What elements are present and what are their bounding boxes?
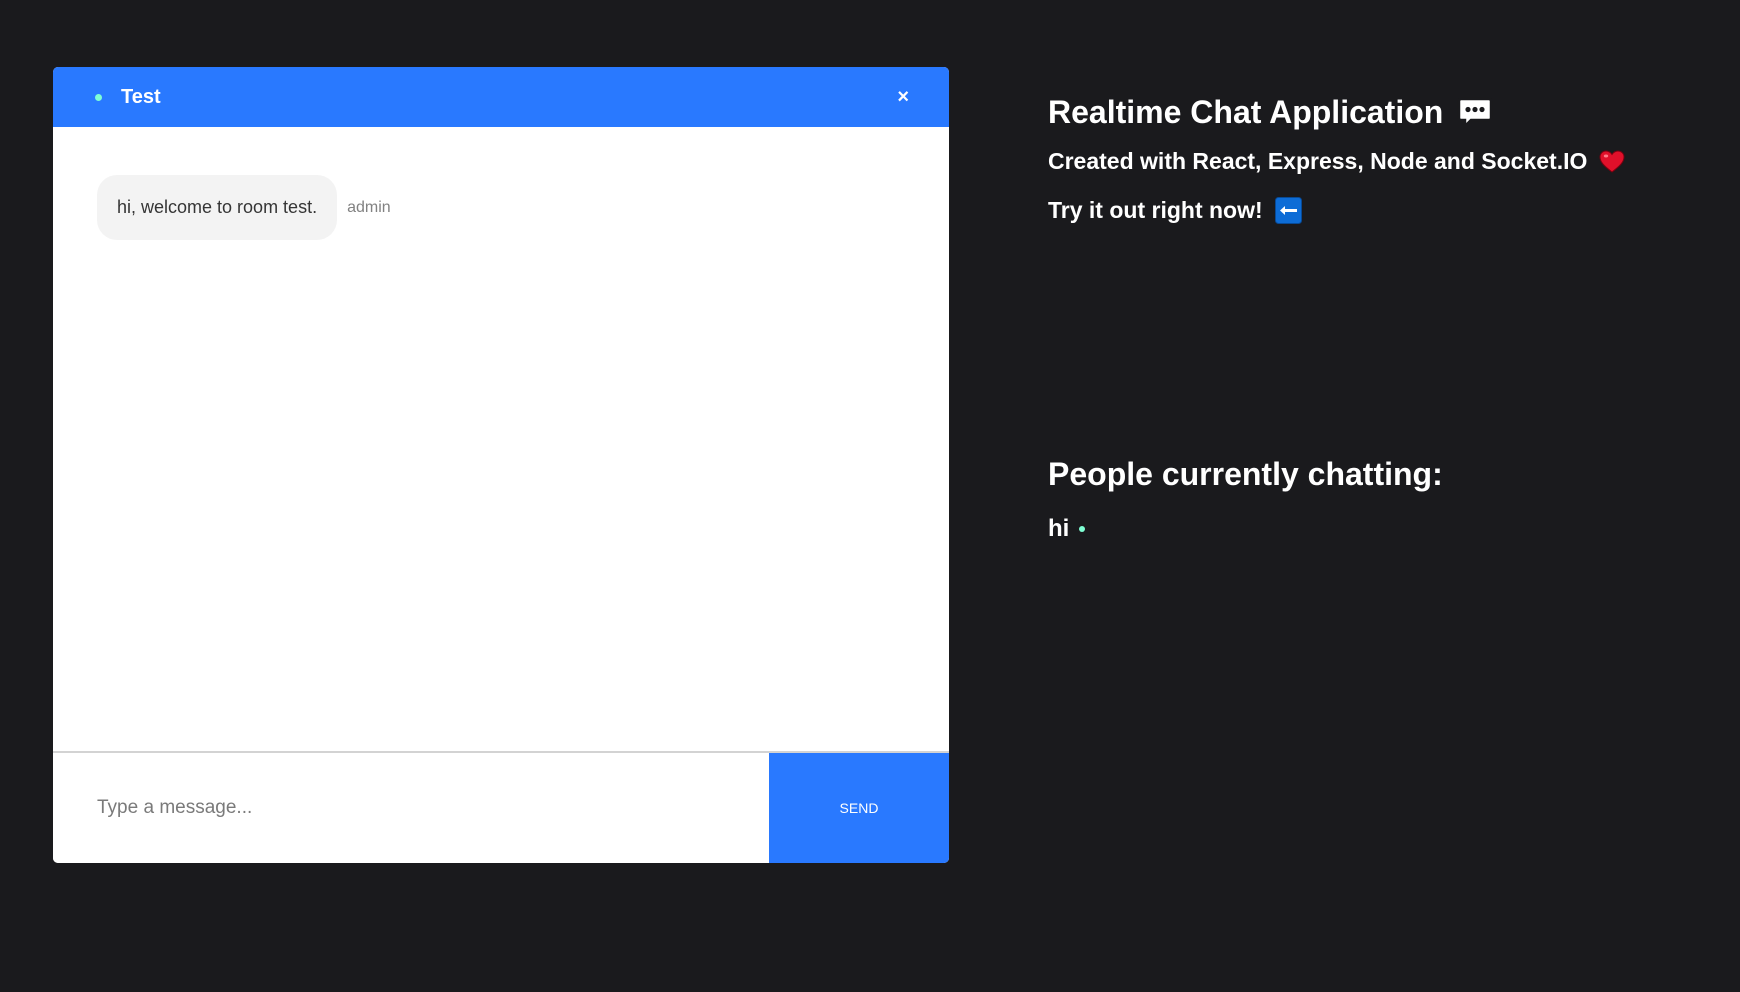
- info-title-text: Realtime Chat Application: [1048, 93, 1444, 130]
- left-arrow-icon: [1274, 197, 1302, 224]
- people-title: People currently chatting:: [1048, 456, 1443, 492]
- send-button[interactable]: SEND: [769, 753, 949, 863]
- chat-header: Test ×: [53, 67, 949, 127]
- message-sender: admin: [347, 198, 391, 216]
- speech-bubble-icon: [1457, 97, 1493, 129]
- info-cta-text: Try it out right now!: [1048, 197, 1263, 223]
- message-bubble: hi, welcome to room test.: [97, 175, 338, 240]
- message-input[interactable]: [53, 753, 769, 863]
- info-panel: Realtime Chat Application Created with R…: [1048, 92, 1625, 224]
- info-cta-line: Try it out right now!: [1048, 197, 1625, 224]
- chat-window: Test × hi, welcome to room test. admin S…: [53, 67, 949, 863]
- page: Test × hi, welcome to room test. admin S…: [0, 0, 1740, 992]
- people-panel: People currently chatting: hi: [1048, 456, 1443, 543]
- person-name: hi: [1048, 515, 1070, 542]
- heart-icon: [1599, 149, 1625, 174]
- people-list: hi: [1048, 515, 1443, 543]
- info-title: Realtime Chat Application: [1048, 92, 1625, 132]
- person-item: hi: [1048, 515, 1443, 543]
- info-tech-line: Created with React, Express, Node and So…: [1048, 148, 1625, 175]
- info-tech-text: Created with React, Express, Node and So…: [1048, 148, 1588, 174]
- online-status-icon: [95, 93, 102, 101]
- message-list[interactable]: hi, welcome to room test. admin: [53, 127, 949, 751]
- close-button[interactable]: ×: [897, 87, 909, 107]
- message-row: hi, welcome to room test. admin: [97, 175, 905, 240]
- message-input-bar: SEND: [53, 751, 949, 863]
- room-name: Test: [121, 85, 161, 108]
- online-status-icon: [1079, 526, 1086, 532]
